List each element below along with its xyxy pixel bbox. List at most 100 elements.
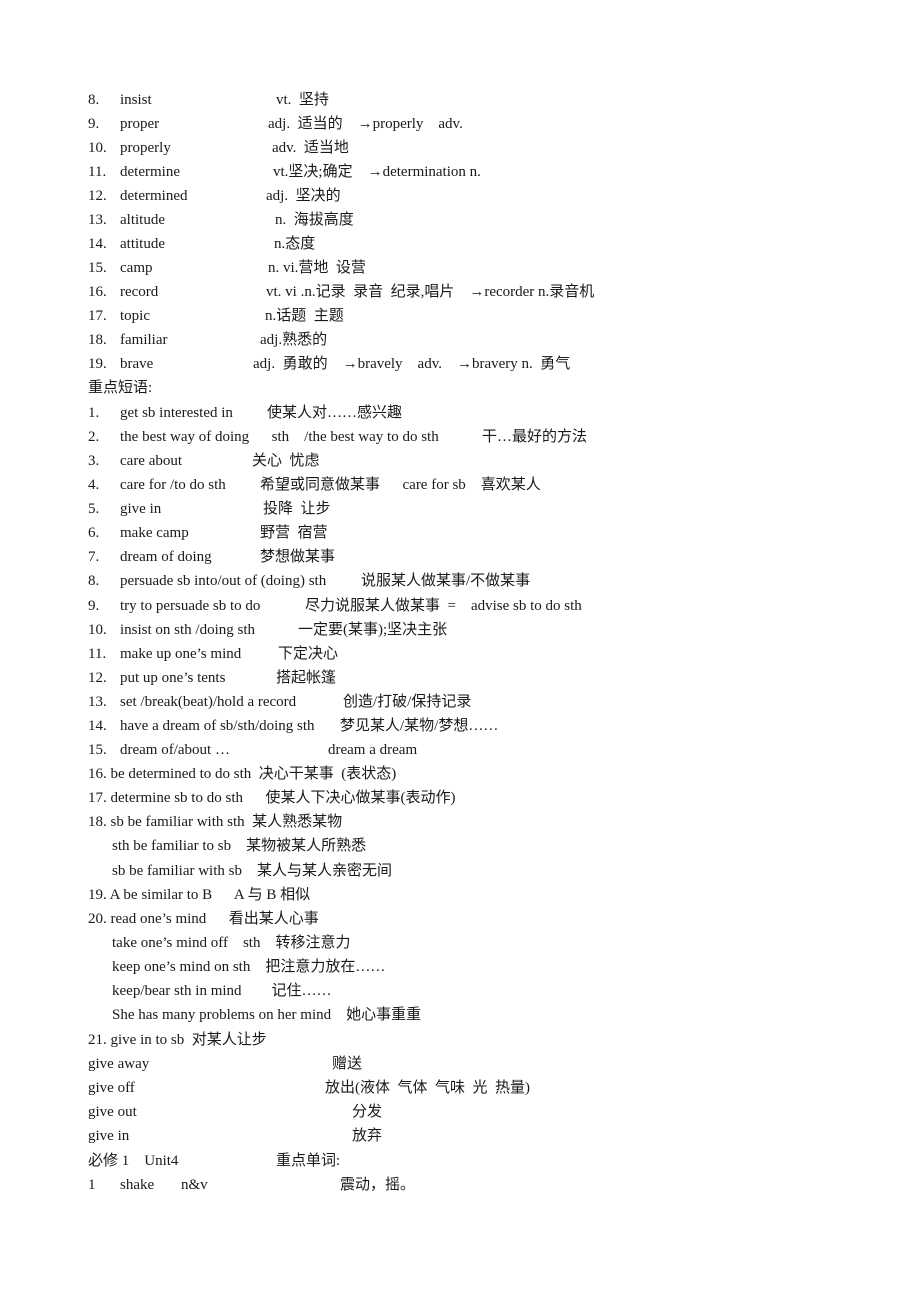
vocab-definition: vt. 坚持: [276, 92, 329, 108]
phrase-text: give away: [88, 1056, 150, 1072]
vocab-definition: adj. 坚决的: [266, 188, 341, 204]
vocab-word: attitude: [120, 236, 165, 252]
phrase-line-text: keep one’s mind on sth 把注意力放在……: [112, 959, 386, 975]
phrase-meaning: 梦想做某事: [260, 549, 336, 565]
item-number: 5.: [88, 501, 100, 517]
phrase-line-text: She has many problems on her mind 她心事重重: [112, 1007, 422, 1023]
phrase-meaning: 放出(液体 气体 气味 光 热量): [325, 1080, 530, 1096]
vocab-word: determined: [120, 188, 188, 204]
phrase-text: make up one’s mind: [120, 646, 242, 662]
item-number: 7.: [88, 549, 100, 565]
item-number: 18.: [88, 332, 107, 348]
vocab-definition: 震动，摇。: [340, 1177, 416, 1193]
item-number: 13.: [88, 694, 107, 710]
vocab-definition: adj. 适当的 →properly adv.: [268, 116, 463, 132]
vocab-definition: n. vi.营地 设营: [268, 260, 366, 276]
item-number: 10.: [88, 140, 107, 156]
item-number: 3.: [88, 453, 100, 469]
item-number: 14.: [88, 718, 107, 734]
phrase-meaning: 干…最好的方法: [482, 429, 588, 445]
phrase-line-text: keep/bear sth in mind 记住……: [112, 983, 332, 999]
vocab-word: insist: [120, 92, 152, 108]
item-number: 9.: [88, 116, 100, 132]
phrase-meaning: 创造/打破/保持记录: [343, 694, 472, 710]
phrase-line-text: 19. A be similar to B A 与 B 相似: [88, 887, 311, 903]
vocab-definition: adj. 勇敢的 →bravely adv. →bravery n. 勇气: [253, 356, 571, 372]
phrase-line-text: 21. give in to sb 对某人让步: [88, 1032, 267, 1048]
item-number: 12.: [88, 670, 107, 686]
item-number: 16.: [88, 284, 107, 300]
vocab-definition: vt.坚决;确定 →determination n.: [273, 164, 481, 180]
phrase-meaning: 搭起帐篷: [276, 670, 337, 686]
phrase-meaning: 野营 宿营: [260, 525, 328, 541]
vocab-definition: adj.熟悉的: [260, 332, 328, 348]
item-number: 15.: [88, 260, 107, 276]
phrase-text: try to persuade sb to do: [120, 598, 261, 614]
unit-section-label: 重点单词:: [276, 1153, 341, 1169]
phrases-heading: 重点短语:: [88, 380, 153, 396]
vocab-word: shake: [120, 1177, 155, 1193]
vocab-definition: n.话题 主题: [265, 308, 344, 324]
phrase-text: make camp: [120, 525, 189, 541]
item-number: 12.: [88, 188, 107, 204]
phrase-text: insist on sth /doing sth: [120, 622, 256, 638]
phrase-meaning: 说服某人做某事/不做某事: [361, 573, 531, 589]
phrase-text: give in: [120, 501, 162, 517]
phrase-text: care about: [120, 453, 183, 469]
item-number: 8.: [88, 92, 100, 108]
phrase-text: give in: [88, 1128, 130, 1144]
item-number: 11.: [88, 646, 107, 662]
phrase-line-text: 17. determine sb to do sth 使某人下决心做某事(表动作…: [88, 790, 456, 806]
vocab-word: camp: [120, 260, 153, 276]
phrase-text: care for /to do sth: [120, 477, 226, 493]
phrase-line-text: sb be familiar with sb 某人与某人亲密无间: [112, 863, 392, 879]
item-number: 6.: [88, 525, 100, 541]
phrase-text: have a dream of sb/sth/doing sth: [120, 718, 315, 734]
phrase-line-text: 18. sb be familiar with sth 某人熟悉某物: [88, 814, 343, 830]
phrase-meaning: 梦见某人/某物/梦想……: [340, 718, 499, 734]
vocab-definition: n. 海拔高度: [275, 212, 354, 228]
item-number: 14.: [88, 236, 107, 252]
vocab-word: record: [120, 284, 159, 300]
phrase-meaning: 分发: [352, 1104, 383, 1120]
phrase-text: persuade sb into/out of (doing) sth: [120, 573, 327, 589]
phrase-text: get sb interested in: [120, 405, 233, 421]
item-number: 15.: [88, 742, 107, 758]
item-number: 9.: [88, 598, 100, 614]
phrase-text: give off: [88, 1080, 135, 1096]
item-number: 1: [88, 1177, 96, 1193]
item-number: 1.: [88, 405, 100, 421]
vocab-word: brave: [120, 356, 154, 372]
phrase-meaning: 使某人对……感兴趣: [267, 405, 403, 421]
vocab-word: familiar: [120, 332, 168, 348]
item-number: 17.: [88, 308, 107, 324]
item-number: 4.: [88, 477, 100, 493]
phrase-meaning: 投降 让步: [263, 501, 331, 517]
phrase-line-text: sth be familiar to sb 某物被某人所熟悉: [112, 838, 367, 854]
phrase-line-text: take one’s mind off sth 转移注意力: [112, 935, 351, 951]
phrase-line-text: 20. read one’s mind 看出某人心事: [88, 911, 319, 927]
unit-title: 必修 1 Unit4: [88, 1153, 179, 1169]
vocab-definition: vt. vi .n.记录 录音 纪录,唱片 →recorder n.录音机: [266, 284, 595, 300]
item-number: 11.: [88, 164, 107, 180]
phrase-meaning: 希望或同意做某事 care for sb 喜欢某人: [260, 477, 541, 493]
phrase-text: dream of/about …: [120, 742, 230, 758]
phrase-text: set /break(beat)/hold a record: [120, 694, 297, 710]
phrase-meaning: 赠送: [332, 1056, 363, 1072]
phrase-text: give out: [88, 1104, 137, 1120]
phrase-meaning: 关心 忧虑: [252, 453, 320, 469]
item-number: 8.: [88, 573, 100, 589]
vocab-word: topic: [120, 308, 150, 324]
item-number: 19.: [88, 356, 107, 372]
item-number: 2.: [88, 429, 100, 445]
vocab-word: proper: [120, 116, 160, 132]
phrase-meaning: 放弃: [352, 1128, 383, 1144]
item-number: 10.: [88, 622, 107, 638]
phrase-line-text: 16. be determined to do sth 决心干某事 (表状态): [88, 766, 397, 782]
phrase-meaning: 一定要(某事);坚决主张: [298, 622, 448, 638]
phrase-text: the best way of doing sth /the best way …: [120, 429, 439, 445]
part-of-speech: n&v: [181, 1177, 208, 1193]
phrase-meaning: 尽力说服某人做某事 = advise sb to do sth: [305, 598, 582, 614]
item-number: 13.: [88, 212, 107, 228]
vocab-definition: n.态度: [274, 236, 316, 252]
